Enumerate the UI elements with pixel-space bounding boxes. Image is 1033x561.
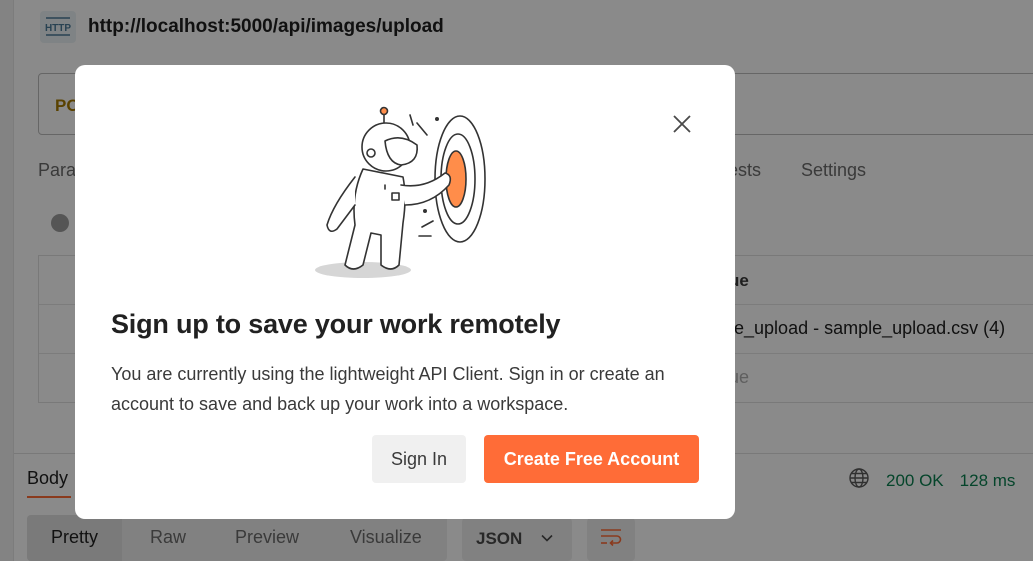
modal-description: You are currently using the lightweight … <box>111 364 665 414</box>
sign-in-button[interactable]: Sign In <box>372 435 466 483</box>
modal-title: Sign up to save your work remotely <box>111 309 561 339</box>
close-icon[interactable] <box>670 112 694 136</box>
signup-modal: Sign up to save your work remotely You a… <box>75 65 735 519</box>
astronaut-illustration <box>315 105 495 285</box>
create-free-account-button[interactable]: Create Free Account <box>484 435 699 483</box>
